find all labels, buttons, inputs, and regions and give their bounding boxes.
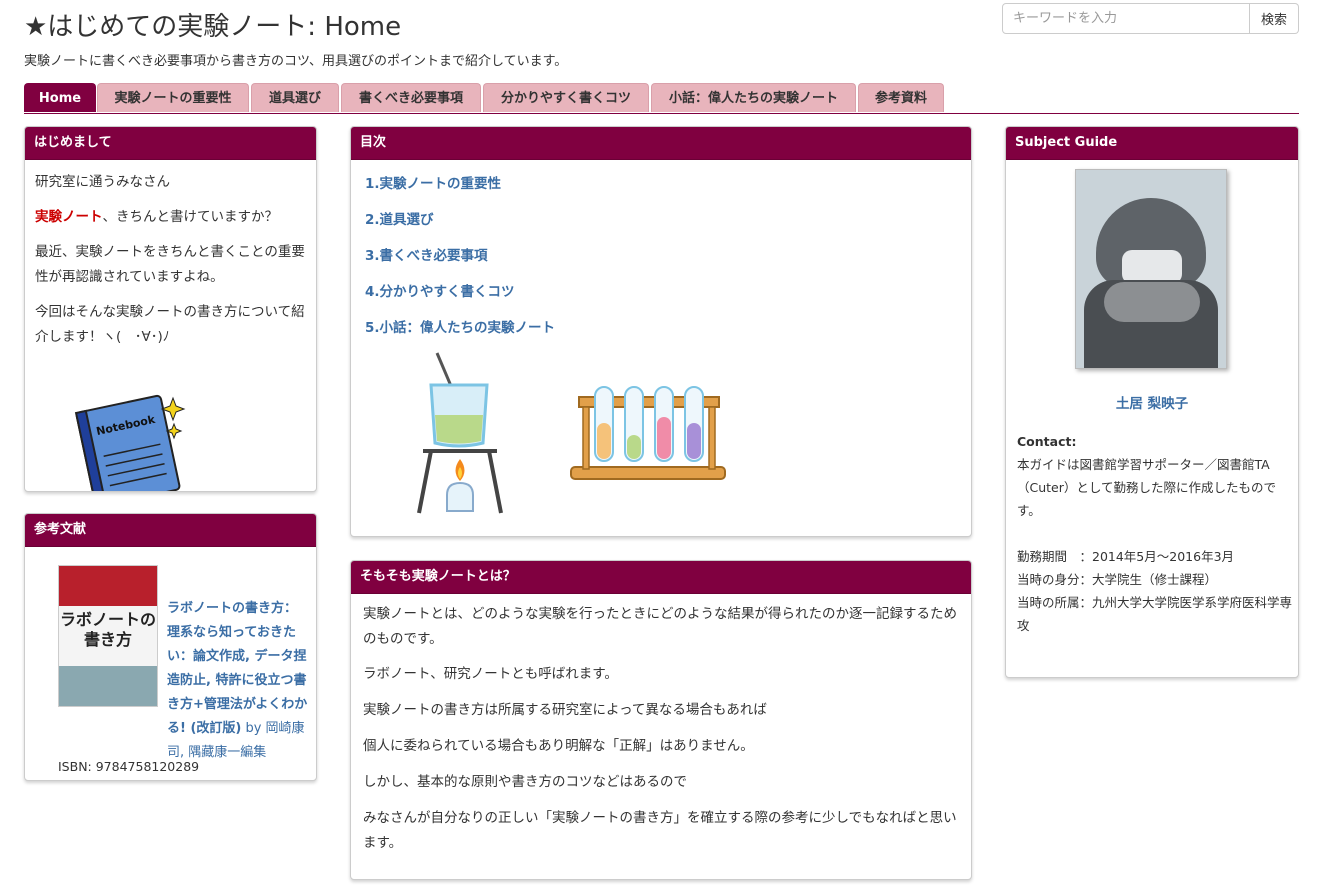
page-title: ★はじめての実験ノート: Home (24, 12, 402, 42)
subject-guide-heading: Subject Guide (1006, 127, 1298, 160)
intro-heading: はじめまして (25, 127, 316, 160)
search-input[interactable] (1002, 3, 1250, 34)
tab-importance[interactable]: 実験ノートの重要性 (97, 83, 249, 112)
tab-references[interactable]: 参考資料 (858, 83, 944, 112)
search-form: 検索 (1002, 3, 1299, 34)
page-subtitle: 実験ノートに書くべき必要事項から書き方のコツ、用具選びのポイントまで紹介していま… (24, 54, 568, 69)
tab-required-items[interactable]: 書くべき必要事項 (341, 83, 481, 112)
toc-item-importance[interactable]: 1.実験ノートの重要性 (365, 166, 971, 202)
work-period: 勤務期間 ：2014年5月～2016年3月 (1017, 549, 1235, 564)
search-button[interactable]: 検索 (1250, 3, 1299, 34)
about-paragraph: 実験ノートの書き方は所属する研究室によって異なる場合もあれば (363, 702, 767, 718)
tab-tools[interactable]: 道具選び (251, 83, 339, 112)
status: 当時の身分：大学院生（修士課程） (1017, 572, 1218, 587)
affiliation: 当時の所属：九州大学大学院医学系学府医科学専攻 (1017, 595, 1293, 633)
about-paragraph: みなさんが自分なりの正しい「実験ノートの書き方」を確立する際の参考に少しでもなれ… (363, 810, 957, 851)
intro-panel: はじめまして 研究室に通うみなさん 実験ノート、きちんと書けていますか？ 最近、… (24, 126, 317, 492)
toc-item-tips[interactable]: 4.分かりやすく書くコツ (365, 274, 971, 310)
tab-writing-tips[interactable]: 分かりやすく書くコツ (483, 83, 649, 112)
tab-bar: Home 実験ノートの重要性 道具選び 書くべき必要事項 分かりやすく書くコツ … (24, 83, 1299, 114)
about-paragraph: 個人に委ねられている場合もあり明解な「正解」はありません。 (363, 738, 754, 754)
guide-contact-block: Contact: 本ガイドは図書館学習サポーター／図書館TA（Cuter）として… (1017, 430, 1292, 637)
book-isbn: ISBN: 9784758120289 (58, 759, 200, 774)
about-paragraph: しかし、基本的な原則や書き方のコツなどはあるので (363, 774, 687, 790)
toc-list: 1.実験ノートの重要性 2.道具選び 3.書くべき必要事項 4.分かりやすく書く… (351, 160, 971, 346)
subject-guide-panel: Subject Guide 土居 梨映子 Contact: 本ガイドは図書館学習… (1005, 126, 1299, 678)
notebook-illustration: Notebook (74, 394, 186, 491)
about-paragraph: ラボノート、研究ノートとも呼ばれます。 (363, 666, 618, 682)
book-title-link[interactable]: ラボノートの書き方：理系なら知っておきたい：論文作成, データ捏造防止, 特許に… (167, 601, 307, 736)
toc-item-required[interactable]: 3.書くべき必要事項 (365, 238, 971, 274)
toc-item-tools[interactable]: 2.道具選び (365, 202, 971, 238)
notebook-highlight: 実験ノート (35, 209, 103, 225)
contact-text: 本ガイドは図書館学習サポーター／図書館TA（Cuter）として勤務した際に作成し… (1017, 457, 1277, 518)
profile-photo (1075, 169, 1227, 369)
about-paragraph: 実験ノートとは、どのような実験を行ったときにどのような結果が得られたのか逐一記録… (363, 606, 957, 647)
intro-line2: 実験ノート、きちんと書けていますか？ (35, 209, 278, 225)
contact-label: Contact: (1017, 434, 1077, 449)
lab-equipment-illustration (417, 352, 726, 514)
intro-line4: 今回はそんな実験ノートの書き方について紹介します！ヽ( ･∀･)ﾉ (35, 304, 305, 345)
intro-line1: 研究室に通うみなさん (35, 174, 170, 190)
about-heading: そもそも実験ノートとは？ (351, 561, 971, 594)
tab-great-people[interactable]: 小話：偉人たちの実験ノート (651, 83, 856, 112)
book-cover[interactable]: ラボノートの書き方 (58, 565, 158, 707)
tab-home[interactable]: Home (24, 83, 96, 112)
toc-heading: 目次 (351, 127, 971, 160)
references-panel: 参考文献 ラボノートの書き方 ラボノートの書き方：理系なら知っておきたい：論文作… (24, 513, 317, 781)
book-description: ラボノートの書き方：理系なら知っておきたい：論文作成, データ捏造防止, 特許に… (167, 597, 309, 765)
toc-panel: 目次 1.実験ノートの重要性 2.道具選び 3.書くべき必要事項 4.分かりやす… (350, 126, 972, 537)
about-panel: そもそも実験ノートとは？ 実験ノートとは、どのような実験を行ったときにどのような… (350, 560, 972, 880)
toc-item-great-people[interactable]: 5.小話：偉人たちの実験ノート (365, 310, 971, 346)
references-heading: 参考文献 (25, 514, 316, 547)
guide-name: 土居 梨映子 (1115, 396, 1189, 412)
intro-line3: 最近、実験ノートをきちんと書くことの重要性が再認識されていますよね。 (35, 244, 305, 285)
